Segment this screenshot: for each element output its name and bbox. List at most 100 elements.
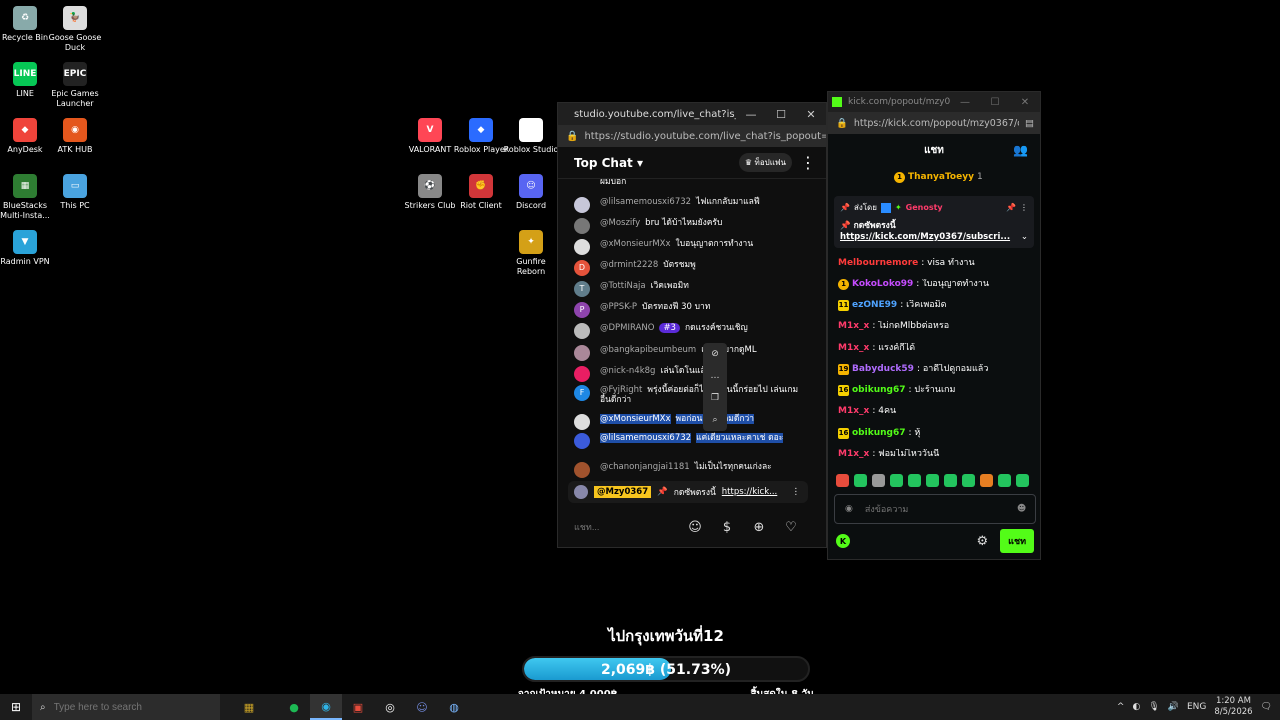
kick-chat-input[interactable] — [864, 504, 1005, 514]
emote-icon[interactable] — [836, 474, 849, 487]
chat-message[interactable]: @xMonsieurMXx ใบอนุญาตการทำงาน — [574, 239, 804, 255]
youtube-address-bar[interactable]: 🔒 https://studio.youtube.com/live_chat?i… — [558, 125, 826, 147]
kick-chat-message[interactable]: M1x_x: แรงค์กี่ได้ — [838, 343, 1034, 354]
language-indicator[interactable]: ENG — [1187, 702, 1206, 712]
kick-pinned-message[interactable]: 📌 ส่งโดย ✦ Genosty 📌 ⋮ 📌 กดซัพตรงนี้ htt… — [834, 196, 1034, 248]
message-author[interactable]: @bangkapibeumbeum — [600, 345, 696, 355]
close-icon[interactable]: ✕ — [1010, 97, 1040, 108]
message-author[interactable]: @TottiNaja — [600, 281, 646, 291]
chat-message[interactable]: @chanonjangjai1181 ไม่เป็นไรทุกคนเก่งละ — [574, 462, 804, 478]
reader-icon[interactable]: ▤ — [1025, 118, 1034, 129]
emote-icon[interactable] — [1016, 474, 1029, 487]
message-author[interactable]: @Moszify — [600, 218, 640, 228]
emote-icon[interactable] — [944, 474, 957, 487]
message-author[interactable]: @nick-n4k8g — [600, 366, 655, 376]
kick-points-icon[interactable]: K — [836, 534, 850, 548]
copy-icon[interactable]: ❐ — [711, 393, 719, 403]
app-icon[interactable]: ▣ — [342, 694, 374, 720]
kick-message-author[interactable]: M1x_x — [838, 343, 869, 354]
emote-icon[interactable] — [854, 474, 867, 487]
emote-icon[interactable] — [872, 474, 885, 487]
message-author[interactable]: @xMonsieurMXx — [600, 239, 671, 249]
network-icon[interactable]: ◐ — [1132, 702, 1140, 712]
message-author[interactable]: @lilsamemousxi6732 — [600, 197, 691, 207]
kick-chat-message[interactable]: 16 obikung67: หุ้ — [838, 428, 1034, 439]
send-chat-button[interactable]: แชท — [1000, 529, 1034, 553]
chat-message[interactable]: @xMonsieurMXx พอก่อน ร้านเกมดีกว่า — [574, 414, 804, 430]
gear-icon[interactable]: ⚙ — [977, 534, 989, 549]
desktop-icon[interactable]: ◉ ATK HUB — [45, 118, 105, 155]
desktop-icon[interactable]: ✦ Gunfire Reborn — [501, 230, 561, 277]
kick-message-author[interactable]: M1x_x — [838, 321, 869, 332]
message-author[interactable]: @PPSK-P — [600, 302, 637, 312]
kick-chat-message[interactable]: 19 Babyduck59: อาดีไปดูกอมแล้ว — [838, 364, 1034, 375]
message-author[interactable]: @FyjRight — [600, 385, 642, 395]
minimize-icon[interactable]: — — [950, 97, 980, 108]
notification-icon[interactable]: 🗨 — [1261, 702, 1272, 712]
maximize-icon[interactable]: ☐ — [980, 97, 1010, 108]
emoji-icon[interactable]: ☺ — [684, 516, 706, 538]
kick-message-author[interactable]: M1x_x — [838, 406, 869, 417]
more-options-icon[interactable]: ⋮ — [1020, 203, 1028, 212]
kick-message-author[interactable]: obikung67 — [852, 385, 905, 396]
edge-icon[interactable]: ◉ — [310, 694, 342, 720]
kick-message-author[interactable]: M1x_x — [838, 449, 869, 460]
search-highlight-icon[interactable]: ▦ — [220, 694, 278, 720]
chat-message[interactable]: @lilsamemousxi6732 ไฟแกกลับมาแลฟี — [574, 197, 804, 213]
emote-picker-icon[interactable]: ◉ — [845, 504, 853, 514]
chat-message[interactable]: F @FyjRight พรุ่งนี้ค่อยต่อก็ได้ มาวันนี้ก… — [574, 385, 804, 405]
add-icon[interactable]: ⊕ — [748, 516, 770, 538]
emote-icon[interactable] — [908, 474, 921, 487]
mic-icon[interactable]: 🎙 — [1148, 702, 1159, 712]
emoji-icon[interactable]: ☻ — [1017, 504, 1026, 514]
windows-start-icon[interactable]: ⊞ — [0, 700, 32, 714]
chat-message-list[interactable]: ผมบอก @lilsamemousxi6732 ไฟแกกลับมาแลฟี @M… — [558, 179, 826, 479]
users-icon[interactable]: 👥 — [1013, 143, 1028, 157]
emote-icon[interactable] — [890, 474, 903, 487]
emote-icon[interactable] — [926, 474, 939, 487]
kick-chat-message[interactable]: M1x_x: 4คน — [838, 406, 1034, 417]
kick-address-bar[interactable]: 🔒 https://kick.com/popout/mzy0367/chat ▤ — [828, 112, 1040, 134]
super-chat-icon[interactable]: $ — [716, 516, 738, 538]
pinned-link[interactable]: https://kick... — [722, 487, 777, 497]
kick-message-author[interactable]: KokoLoko99 — [852, 279, 913, 290]
search-icon[interactable]: ⌕ — [712, 415, 717, 425]
message-author[interactable]: @chanonjangjai1181 — [600, 462, 690, 472]
spotify-icon[interactable]: ● — [278, 694, 310, 720]
chevron-down-icon[interactable]: ⌄ — [1021, 232, 1028, 242]
kick-message-author[interactable]: obikung67 — [852, 428, 905, 439]
desktop-icon[interactable]: ▭ This PC — [45, 174, 105, 211]
clock[interactable]: 1:20 AM 8/5/2026 — [1214, 696, 1252, 718]
chat-message[interactable]: @bangkapibeumbeum เธอะอยากดูML — [574, 345, 804, 361]
top-fan-button[interactable]: ♛ ท็อปแฟน — [738, 153, 792, 172]
desktop-icon[interactable]: 🦆 Goose Goose Duck — [45, 6, 105, 53]
chat-message[interactable]: P @PPSK-P บัตรทองฟี 30 บาท — [574, 302, 804, 318]
kick-chat-message[interactable]: Melbournemore: visa ทำงาน — [838, 258, 1034, 269]
maximize-icon[interactable]: ☐ — [766, 108, 796, 121]
chat-message[interactable]: @nick-n4k8g เล่นโดโนแล้ว — [574, 366, 804, 382]
emote-icon[interactable] — [962, 474, 975, 487]
vpn-icon[interactable]: ◍ — [438, 694, 470, 720]
pinned-message[interactable]: @Mzy0367 📌 กดซัพตรงนี้ https://kick... ⋮ — [568, 481, 808, 503]
kick-chat-message[interactable]: M1x_x: ฟอมไม่ไหววันนี้ — [838, 449, 1034, 460]
message-author[interactable]: @lilsamemousxi6732 — [600, 433, 692, 443]
more-options-icon[interactable]: ⋮ — [792, 487, 801, 497]
more-icon[interactable]: … — [711, 371, 720, 381]
obs-icon[interactable]: ◎ — [374, 694, 406, 720]
volume-icon[interactable]: 🔊 — [1168, 702, 1179, 712]
kick-chat-message[interactable]: 1 KokoLoko99: ใบอนุญาตทำงาน — [838, 279, 1034, 290]
kick-chat-message[interactable]: 16 obikung67: ปะร้านเกม — [838, 385, 1034, 396]
heart-icon[interactable]: ♡ — [780, 516, 802, 538]
chevron-up-icon[interactable]: ^ — [1117, 702, 1125, 712]
hide-icon[interactable]: ⊘ — [711, 349, 719, 359]
emote-icon[interactable] — [998, 474, 1011, 487]
close-icon[interactable]: ✕ — [796, 108, 826, 121]
taskbar-search[interactable]: ⌕ — [32, 694, 220, 720]
kick-message-author[interactable]: Melbournemore — [838, 258, 918, 269]
top-chat-dropdown[interactable]: Top Chat ▾ — [574, 156, 739, 170]
desktop-icon[interactable]: ◆ Roblox Studio — [501, 118, 561, 155]
kick-message-author[interactable]: Babyduck59 — [852, 364, 914, 375]
chat-message[interactable]: @DPMIRANO #3 กดแรงค์ชวนเชิญ — [574, 323, 804, 339]
desktop-icon[interactable]: ▼ Radmin VPN — [0, 230, 55, 267]
desktop-icon[interactable]: EPIC Epic Games Launcher — [45, 62, 105, 109]
